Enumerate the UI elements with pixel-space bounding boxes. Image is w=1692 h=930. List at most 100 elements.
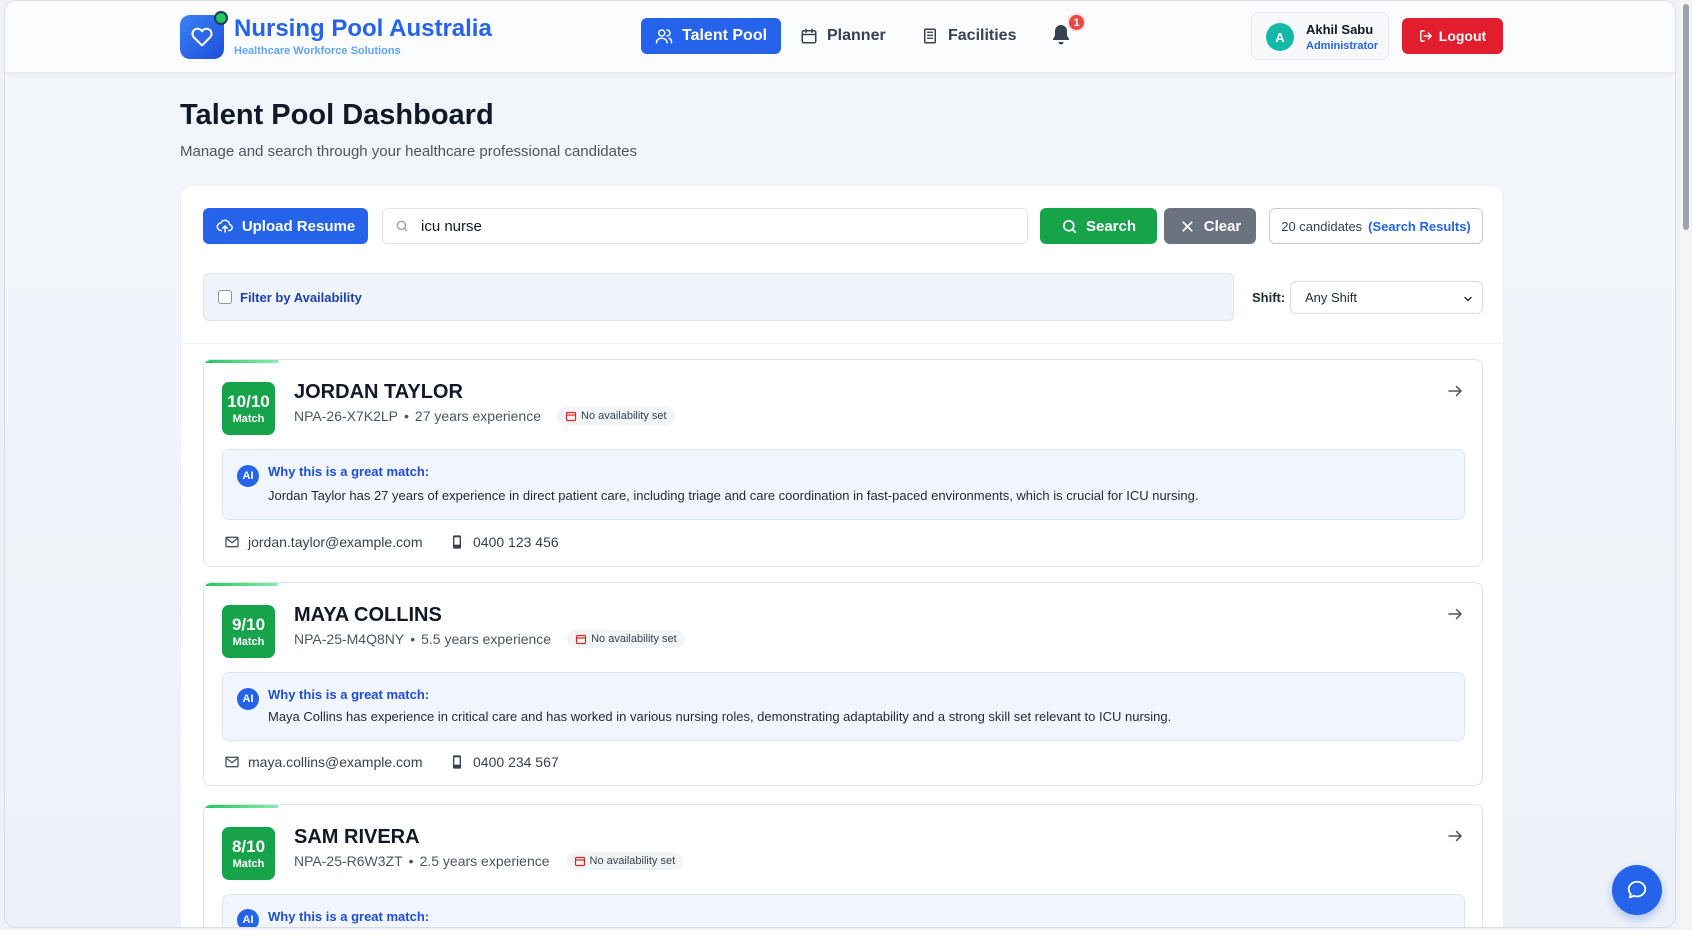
chat-bubble-icon	[1627, 880, 1647, 899]
nav-talent-pool-label: Talent Pool	[682, 27, 768, 44]
calendar-icon	[801, 28, 817, 44]
match-score: 9/10	[231, 615, 266, 634]
ai-match-reason: AI Why this is a great match: Maya Colli…	[222, 672, 1465, 741]
candidate-experience: 27 years experience	[414, 408, 541, 424]
card-accent-bar	[204, 805, 278, 808]
match-score: 10/10	[227, 392, 270, 411]
candidate-id: NPA-25-R6W3ZT	[294, 853, 403, 869]
nav-planner-label: Planner	[827, 27, 886, 44]
mail-icon	[225, 536, 239, 548]
user-name: Akhil Sabu	[1306, 22, 1374, 37]
candidate-phone[interactable]: 0400 234 567	[449, 754, 559, 770]
ai-match-text: Jordan Taylor has 27 years of experience…	[268, 488, 1199, 503]
heart-icon	[191, 27, 213, 47]
match-label: Match	[232, 858, 265, 870]
user-profile[interactable]: A Akhil Sabu Administrator	[1251, 12, 1389, 60]
candidate-card[interactable]: 8/10 Match SAM RIVERA NPA-25-R6W3ZT • 2.…	[203, 804, 1483, 927]
availability-checkbox[interactable]	[218, 290, 232, 304]
candidate-name: SAM RIVERA	[294, 826, 420, 848]
nav-facilities-label: Facilities	[948, 27, 1017, 44]
candidate-phone[interactable]: 0400 123 456	[449, 534, 559, 550]
upload-resume-button[interactable]: Upload Resume	[203, 208, 368, 244]
brand-logo[interactable]	[180, 11, 228, 59]
candidate-card[interactable]: 9/10 Match MAYA COLLINS NPA-25-M4Q8NY • …	[203, 582, 1483, 786]
candidate-count: 20 candidates (Search Results)	[1269, 208, 1483, 244]
candidate-email[interactable]: maya.collins@example.com	[224, 754, 423, 770]
calendar-icon	[565, 411, 577, 422]
meta-separator: •	[404, 408, 409, 424]
calendar-icon	[575, 634, 587, 645]
scrollbar-thumb[interactable]	[1683, 4, 1689, 230]
users-icon	[655, 29, 673, 44]
availability-pill: No availability set	[567, 630, 685, 648]
match-score-badge: 9/10 Match	[222, 605, 275, 658]
candidate-experience: 5.5 years experience	[421, 631, 552, 647]
search-icon	[1062, 219, 1076, 233]
candidate-meta: NPA-26-X7K2LP • 27 years experience No a…	[294, 407, 675, 425]
top-header: Nursing Pool Australia Healthcare Workfo…	[5, 1, 1675, 73]
availability-text: No availability set	[581, 410, 667, 422]
arrow-right-icon[interactable]	[1446, 382, 1464, 400]
candidate-count-note: (Search Results)	[1368, 218, 1471, 234]
arrow-right-icon[interactable]	[1446, 605, 1464, 623]
ai-badge: AI	[237, 688, 259, 710]
app-window: Nursing Pool Australia Healthcare Workfo…	[4, 0, 1676, 928]
ai-badge: AI	[237, 465, 259, 487]
close-icon	[1182, 220, 1193, 232]
brand-subtitle: Healthcare Workforce Solutions	[234, 45, 401, 57]
search-button[interactable]: Search	[1040, 208, 1157, 244]
search-input[interactable]	[421, 217, 1001, 235]
candidate-phone-text: 0400 234 567	[473, 754, 559, 770]
match-score: 8/10	[231, 837, 266, 856]
search-button-label: Search	[1085, 217, 1137, 235]
ai-match-title: Why this is a great match:	[268, 909, 430, 924]
logout-icon	[1419, 30, 1432, 42]
upload-resume-label: Upload Resume	[241, 217, 356, 235]
logout-button[interactable]: Logout	[1402, 18, 1503, 54]
availability-pill: No availability set	[565, 852, 684, 870]
nav-facilities[interactable]: Facilities	[907, 18, 1030, 54]
candidate-email-text: maya.collins@example.com	[248, 754, 423, 770]
availability-text: No availability set	[591, 633, 677, 645]
shift-select[interactable]: Any Shift	[1290, 281, 1483, 314]
candidate-card[interactable]: 10/10 Match JORDAN TAYLOR NPA-26-X7K2LP …	[203, 359, 1483, 567]
page-subtitle: Manage and search through your healthcar…	[180, 143, 637, 160]
availability-pill: No availability set	[557, 407, 675, 425]
brand-title: Nursing Pool Australia	[234, 15, 492, 42]
mail-icon	[225, 756, 239, 768]
upload-cloud-icon	[216, 219, 233, 233]
nav-talent-pool[interactable]: Talent Pool	[641, 18, 782, 54]
candidate-meta: NPA-25-R6W3ZT • 2.5 years experience No …	[294, 852, 684, 870]
building-icon	[924, 28, 936, 44]
candidate-phone-text: 0400 123 456	[473, 534, 559, 550]
clear-button-label: Clear	[1203, 217, 1242, 235]
candidate-id: NPA-25-M4Q8NY	[294, 631, 405, 647]
nav-planner[interactable]: Planner	[786, 18, 900, 54]
match-label: Match	[232, 636, 265, 648]
user-role: Administrator	[1306, 40, 1379, 52]
online-dot	[214, 11, 228, 25]
ai-match-title: Why this is a great match:	[268, 687, 430, 702]
chat-button[interactable]	[1612, 865, 1662, 915]
candidate-id: NPA-26-X7K2LP	[294, 408, 399, 424]
page-scrollbar[interactable]	[1680, 0, 1692, 930]
candidate-email[interactable]: jordan.taylor@example.com	[224, 534, 423, 550]
clear-button[interactable]: Clear	[1164, 208, 1256, 244]
avatar: A	[1266, 23, 1294, 51]
availability-label[interactable]: Filter by Availability	[240, 290, 362, 305]
logout-label: Logout	[1438, 28, 1487, 44]
ai-match-reason: AI Why this is a great match:	[222, 894, 1465, 927]
meta-separator: •	[410, 631, 416, 647]
talent-pool-panel: Upload Resume Search Clear 20 candidates…	[180, 185, 1504, 927]
match-score-badge: 10/10 Match	[222, 382, 275, 435]
ai-badge: AI	[237, 909, 259, 927]
ai-match-title: Why this is a great match:	[268, 464, 430, 479]
divider	[181, 343, 1503, 344]
arrow-right-icon[interactable]	[1446, 827, 1464, 845]
search-icon	[396, 220, 408, 232]
candidate-experience: 2.5 years experience	[419, 853, 550, 869]
candidate-email-text: jordan.taylor@example.com	[248, 534, 423, 550]
ai-match-reason: AI Why this is a great match: Jordan Tay…	[222, 449, 1465, 520]
candidate-name: MAYA COLLINS	[294, 604, 442, 626]
search-field[interactable]	[382, 208, 1028, 244]
